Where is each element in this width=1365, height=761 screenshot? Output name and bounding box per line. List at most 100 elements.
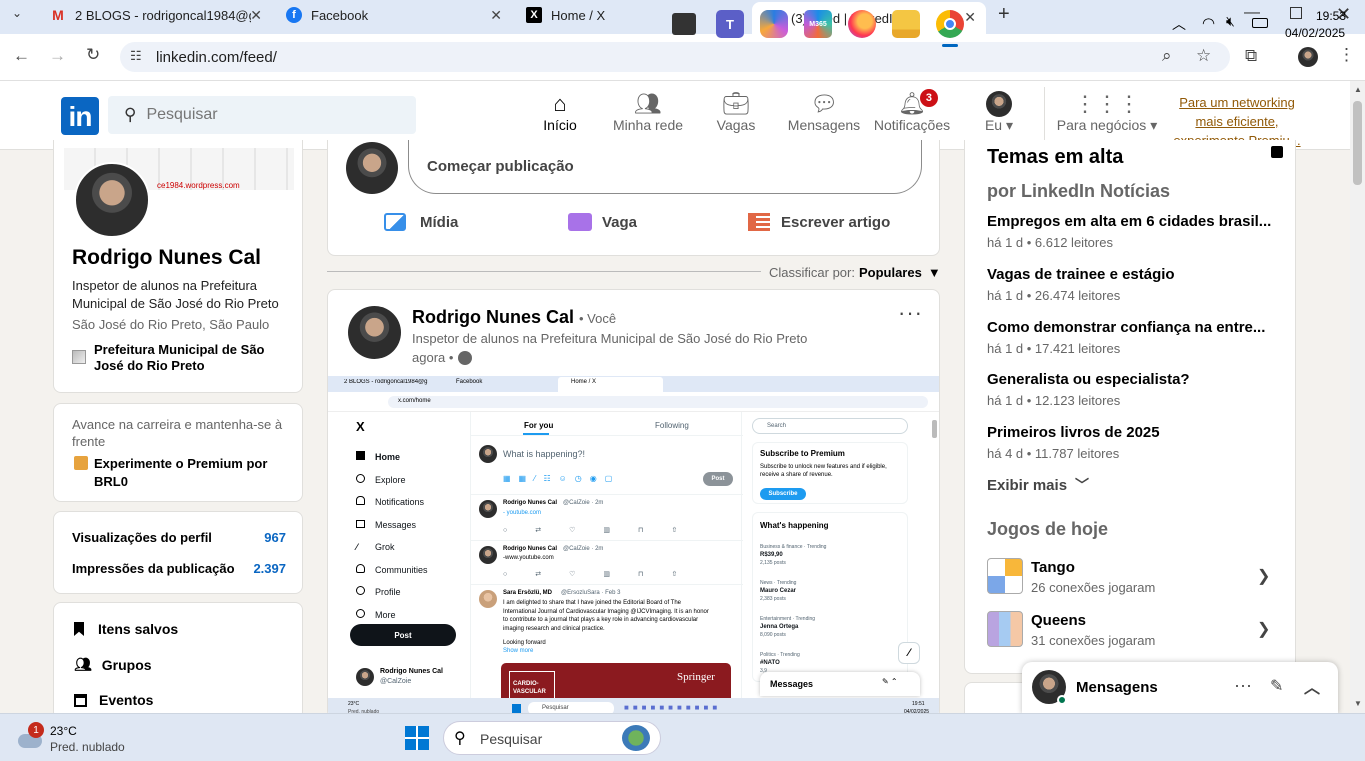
maximize-icon[interactable] [1290,7,1302,19]
battery-icon[interactable] [1252,18,1268,28]
x-nav-explore: Explore [356,469,428,492]
linkedin-logo[interactable]: in [61,97,99,135]
wifi-icon[interactable]: ◠ [1202,14,1215,32]
tab-gmail[interactable]: M 2 BLOGS - rodrigoncal1984@gmail.com ✕ [36,0,272,30]
media-button[interactable]: Mídia [384,213,458,231]
nav-label: Vagas [716,117,756,133]
site-info-icon[interactable]: ☷ [130,48,142,64]
embedded-start-icon [512,704,521,713]
caret-down-icon: ▾ [1005,117,1014,133]
post-more-icon[interactable]: ··· [898,300,923,326]
composer-avatar[interactable] [346,142,398,194]
reload-icon[interactable]: ↻ [86,45,100,65]
chrome-active-indicator [942,44,958,47]
notification-badge: 3 [919,89,938,107]
tray-chevron-icon[interactable]: ︿ [1172,14,1186,34]
briefcase-icon: 💼︎ [722,91,750,116]
chevron-down-icon: ﹀ [1075,477,1090,493]
copilot-icon[interactable] [760,10,788,38]
search-input[interactable] [146,106,377,124]
post-you-badge: • Você [579,311,617,326]
groups-icon: 👥︎ [74,656,92,672]
weather-badge: 1 [28,722,44,738]
taskbar-search[interactable]: ⚲ Pesquisar [443,721,661,755]
profile-avatar[interactable] [74,162,150,238]
news-info-icon[interactable] [1271,146,1283,158]
chevron-up-icon[interactable]: ︿ [1304,674,1320,698]
home-icon: ⌂ [553,91,567,116]
game-item-queens[interactable]: Queens 31 conexões jogaram ❯ [987,611,1277,648]
x-feed-tabs: For you Following [471,412,743,436]
close-icon[interactable]: ✕ [964,9,976,26]
shortcut-saved[interactable]: Itens salvos [74,621,178,637]
news-item[interactable]: Primeiros livros de 2025 há 4 d • 11.787… [987,424,1272,461]
task-view-icon[interactable] [672,13,696,35]
shortcut-events[interactable]: Eventos [74,692,153,708]
tab-search-chevron-icon[interactable]: ⌄ [12,6,22,20]
queens-icon [987,611,1023,647]
news-show-more[interactable]: Exibir mais ﹀ [987,475,1089,495]
extensions-icon[interactable]: ⧉ [1245,46,1257,66]
volume-muted-icon[interactable]: 🔇︎ [1226,13,1235,30]
scroll-down-arrow-icon[interactable]: ▼ [1354,699,1362,708]
m365-icon[interactable]: M365 [804,10,832,38]
clock-date[interactable]: 04/02/2025 [1285,26,1345,40]
new-tab-icon[interactable]: + [998,3,1010,26]
menu-kebab-icon[interactable]: ⋮ [1338,45,1355,65]
compose-message-icon[interactable]: ✎ [1270,676,1283,696]
post-author-avatar[interactable] [348,306,401,359]
sort-control[interactable]: Classificar por: Populares ▼ [769,265,941,280]
x-nav-label: Home [375,452,401,462]
browser-profile-avatar[interactable] [1298,47,1318,67]
post-author-name[interactable]: Rodrigo Nunes Cal [412,307,574,328]
profile-name[interactable]: Rodrigo Nunes Cal [72,246,261,270]
x-messages-icons: ✎ ⌃ [882,677,898,686]
messaging-drawer[interactable]: Mensagens ··· ✎ ︿ [1022,662,1338,714]
stat-row[interactable]: Impressões da publicação 2.397 [72,561,286,576]
x-profile-name: Rodrigo Nunes Cal [380,668,444,675]
news-item[interactable]: Generalista ou especialista? há 1 d • 12… [987,371,1272,408]
profile-org[interactable]: Prefeitura Municipal de São José do Rio … [94,342,284,374]
firefox-icon[interactable] [848,10,876,38]
news-item-meta: há 4 d • 11.787 leitores [987,446,1120,461]
premium-line: Para um networking [1179,95,1295,110]
stat-row[interactable]: Visualizações do perfil 967 [72,530,286,545]
x-subscribe-button: Subscribe [760,488,806,500]
x-scrollbar [932,420,937,438]
x-premium-box: Subscribe to Premium Subscribe to unlock… [752,442,908,504]
news-item[interactable]: Como demonstrar confiança na entre... há… [987,319,1272,356]
clock-time[interactable]: 19:53 [1316,9,1346,23]
zoom-icon[interactable]: ⌕ [1162,46,1172,66]
game-item-tango[interactable]: Tango 26 conexões jogaram ❯ [987,558,1277,595]
page-scrollbar[interactable]: ▲ ▼ [1350,81,1365,713]
people-icon: 👥︎ [634,91,662,116]
tab-facebook[interactable]: f Facebook ✕ [272,0,512,30]
close-icon[interactable]: ✕ [250,7,262,24]
x-tweet-avatar [479,500,497,518]
start-post-button[interactable]: Começar publicação [408,140,922,194]
shortcut-label: Itens salvos [98,621,179,637]
premium-card-cta[interactable]: Experimente o Premium por BRL0 [94,455,284,491]
forward-icon[interactable]: → [49,46,66,66]
teams-icon[interactable]: T [716,10,744,38]
scroll-thumb[interactable] [1353,101,1362,185]
scroll-up-arrow-icon[interactable]: ▲ [1354,85,1362,94]
write-article-button[interactable]: Escrever artigo [748,213,890,231]
file-explorer-icon[interactable] [892,10,920,38]
news-item[interactable]: Vagas de trainee e estágio há 1 d • 26.4… [987,266,1272,303]
post-image[interactable]: 2 BLOGS - rodrigoncal1984@g Facebook Hom… [328,376,939,718]
shortcut-groups[interactable]: 👥︎ Grupos [74,656,152,673]
close-icon[interactable]: ✕ [490,7,502,24]
messaging-more-icon[interactable]: ··· [1234,675,1252,696]
profile-location: São José do Rio Preto, São Paulo [72,317,270,332]
news-item[interactable]: Empregos em alta em 6 cidades brasil... … [987,213,1272,250]
job-button[interactable]: Vaga [568,213,637,231]
search-box[interactable]: ⚲ [108,96,416,134]
chrome-icon[interactable] [936,10,964,38]
windows-start-icon[interactable] [405,726,429,750]
back-icon[interactable]: ← [13,46,30,66]
address-bar[interactable]: ☷ linkedin.com/feed/ ⌕ ☆ [120,42,1230,72]
bookmark-star-icon[interactable]: ☆ [1196,46,1211,66]
x-nav-label: Messages [375,519,417,530]
weather-widget[interactable]: 1 23°C Pred. nublado [16,722,136,756]
